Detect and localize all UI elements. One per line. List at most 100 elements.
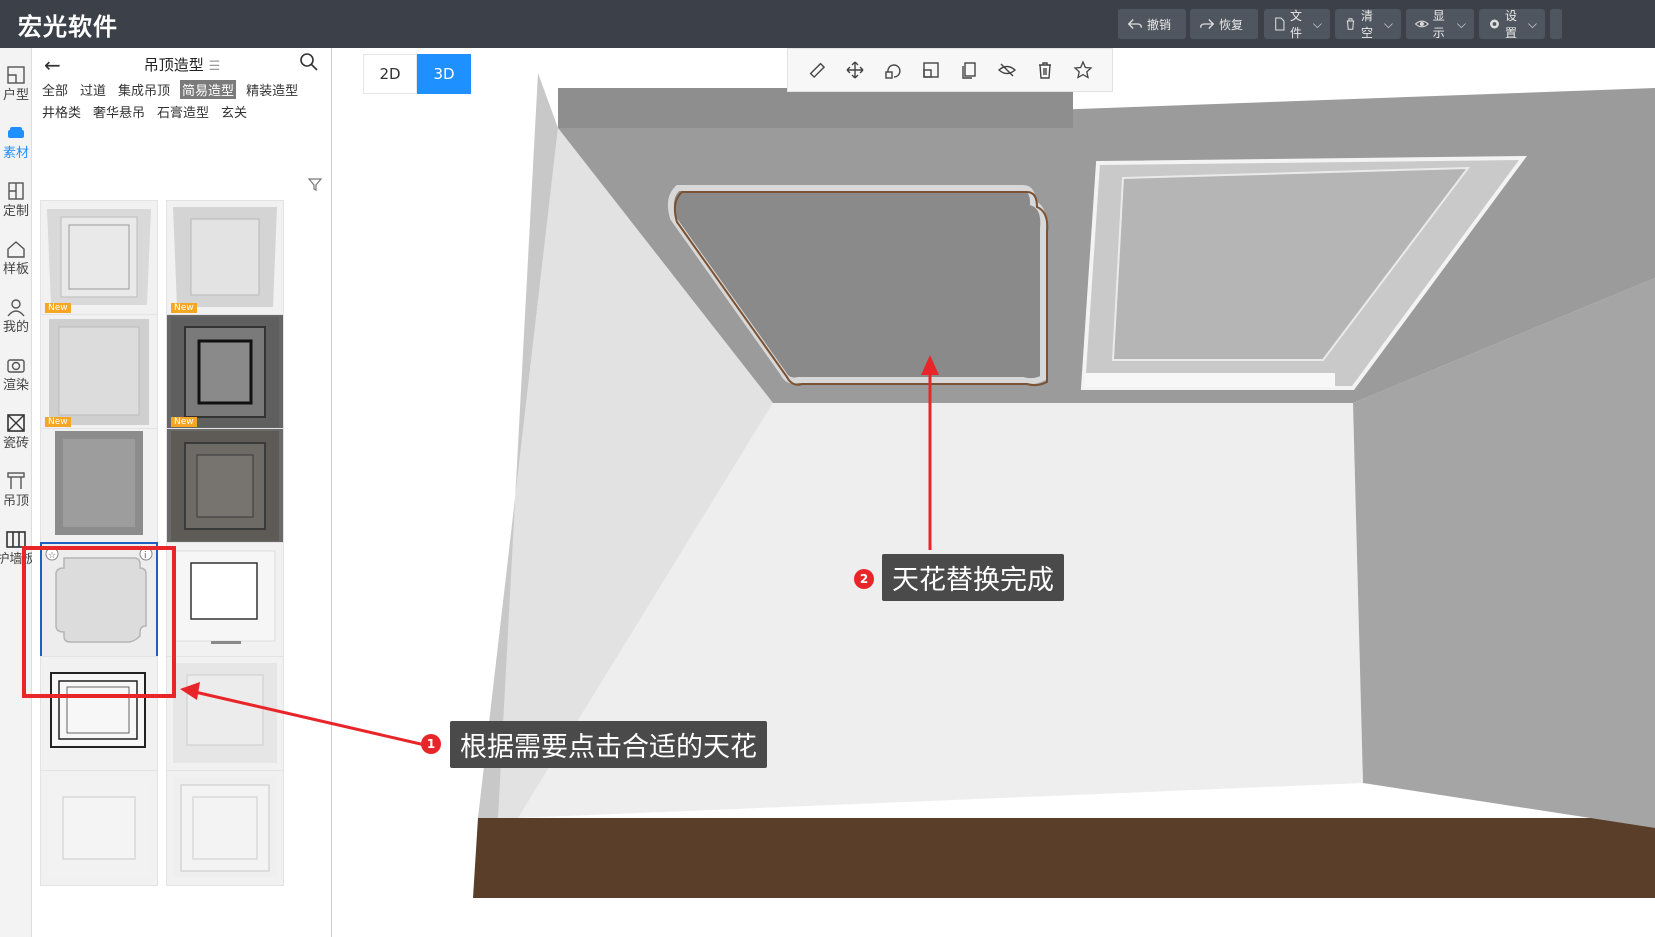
rail-item-tile[interactable]: 瓷砖 — [0, 412, 32, 468]
display-menu-button[interactable]: 显示 ⌵ — [1406, 9, 1474, 40]
clear-label: 清空 — [1360, 9, 1373, 40]
more-button[interactable] — [1550, 9, 1562, 39]
3d-viewport[interactable]: 2D 3D — [333, 48, 1655, 937]
scale-icon[interactable] — [921, 60, 941, 80]
step-2-callout: 天花替换完成 — [882, 554, 1064, 601]
ceiling-preview-image — [171, 317, 279, 427]
search-icon[interactable] — [299, 52, 319, 72]
tile-icon — [7, 414, 25, 432]
material-panel: ← 吊顶造型 ☰ 全部 过道 集成吊顶 简易造型 精装造型 井格类 奢华悬吊 石… — [32, 48, 332, 937]
ceiling-preview-image — [171, 431, 279, 541]
rail-item-template[interactable]: 样板 — [0, 238, 32, 294]
ceiling-preview-image — [47, 209, 151, 305]
favorite-star-icon[interactable] — [1073, 60, 1093, 80]
rail-label: 样板 — [2, 262, 29, 277]
ceiling-thumbnail[interactable] — [166, 542, 284, 658]
list-icon: ☰ — [208, 59, 221, 74]
ceiling-thumbnail[interactable]: New — [166, 314, 284, 430]
undo-button[interactable]: 撤销 — [1118, 9, 1186, 39]
new-badge: New — [45, 303, 71, 313]
chevron-down-icon: ⌵ — [1527, 16, 1537, 31]
file-label: 文件 — [1289, 9, 1302, 40]
rail-item-material[interactable]: 素材 — [0, 122, 32, 178]
filter-icon[interactable] — [307, 176, 323, 192]
display-label: 显示 — [1432, 9, 1445, 40]
redo-icon — [1200, 19, 1215, 29]
mode-3d-button[interactable]: 3D — [417, 54, 471, 94]
chevron-down-icon: ⌵ — [1456, 16, 1466, 31]
selection-highlight-box — [22, 546, 176, 698]
eye-icon — [1414, 20, 1430, 28]
top-bar: 宏光软件 撤销 恢复 文件 ⌵ 清空 ⌵ 显示 ⌵ 设置 ⌵ — [0, 0, 1655, 48]
undo-icon — [1127, 19, 1142, 29]
ceiling-thumbnail[interactable]: New — [166, 200, 284, 316]
ceiling-thumbnail[interactable] — [40, 770, 158, 886]
category-tab[interactable]: 全部 — [40, 80, 70, 99]
camera-icon — [7, 359, 25, 373]
ceiling-thumbnail[interactable] — [40, 428, 158, 544]
ceiling-preview-image — [173, 207, 277, 307]
ceiling-thumbnail[interactable] — [166, 770, 284, 886]
category-row-1: 全部 过道 集成吊顶 简易造型 精装造型 — [40, 80, 300, 99]
step-1-badge: 1 — [421, 734, 441, 754]
category-tab[interactable]: 精装造型 — [244, 80, 300, 99]
category-tab[interactable]: 石膏造型 — [155, 102, 211, 121]
gear-icon — [1489, 19, 1499, 29]
room-3d-render — [473, 73, 1655, 898]
ceiling-thumbnail[interactable] — [166, 656, 284, 772]
hide-eye-icon[interactable] — [997, 60, 1017, 80]
file-icon — [1275, 17, 1285, 31]
sofa-icon — [8, 127, 24, 138]
ceiling-preview-image — [174, 550, 276, 644]
chevron-down-icon: ⌵ — [1383, 16, 1393, 31]
object-tools-toolbar — [787, 48, 1113, 92]
category-row-2: 井格类 奢华悬吊 石膏造型 玄关 — [40, 102, 249, 121]
category-tab[interactable]: 集成吊顶 — [116, 80, 172, 99]
rail-item-custom[interactable]: 定制 — [0, 180, 32, 236]
clear-menu-button[interactable]: 清空 ⌵ — [1335, 9, 1401, 40]
step-2-badge: 2 — [854, 569, 874, 589]
ruler-icon[interactable] — [807, 60, 827, 80]
panel-title: 吊顶造型 ☰ — [32, 54, 332, 75]
ceiling-thumbnail[interactable]: New — [40, 314, 158, 430]
left-rail: 户型 素材 定制 样板 我的 渲染 瓷砖 吊顶 护墙板 — [0, 48, 36, 937]
ceiling-thumbnail[interactable] — [166, 428, 284, 544]
rail-label: 我的 — [2, 320, 29, 335]
category-tab[interactable]: 过道 — [78, 80, 108, 99]
ceiling-preview-image — [47, 777, 151, 877]
category-tab[interactable]: 奢华悬吊 — [91, 102, 147, 121]
ceiling-preview-image — [55, 431, 143, 535]
settings-label: 设置 — [1504, 9, 1517, 40]
copy-icon[interactable] — [959, 60, 979, 80]
rotate-icon[interactable] — [883, 60, 903, 80]
rail-item-mine[interactable]: 我的 — [0, 296, 32, 352]
rail-item-render[interactable]: 渲染 — [0, 354, 32, 410]
redo-button[interactable]: 恢复 — [1190, 9, 1258, 39]
category-tab[interactable]: 玄关 — [219, 102, 249, 121]
rail-item-ceiling[interactable]: 吊顶 — [0, 470, 32, 526]
ceiling-thumbnail[interactable]: New — [40, 200, 158, 316]
cabinet-icon — [8, 182, 24, 200]
user-icon — [7, 299, 25, 317]
redo-label: 恢复 — [1219, 17, 1244, 32]
trash-icon — [1346, 18, 1355, 30]
new-badge: New — [45, 417, 71, 427]
rail-label: 素材 — [2, 146, 29, 161]
category-tab-selected[interactable]: 简易造型 — [180, 80, 237, 99]
category-tab[interactable]: 井格类 — [40, 102, 83, 121]
ceiling-preview-image — [173, 663, 277, 763]
ceiling-preview-image — [49, 319, 149, 425]
file-menu-button[interactable]: 文件 ⌵ — [1264, 9, 1330, 40]
panel-title-text: 吊顶造型 — [143, 56, 204, 74]
rail-label: 定制 — [2, 204, 29, 219]
chevron-down-icon: ⌵ — [1312, 16, 1322, 31]
delete-icon[interactable] — [1035, 60, 1055, 80]
new-badge: New — [171, 303, 197, 313]
move-icon[interactable] — [845, 60, 865, 80]
house-icon — [7, 241, 25, 258]
rail-item-floorplan[interactable]: 户型 — [0, 64, 32, 120]
app-title: 宏光软件 — [18, 13, 118, 41]
settings-menu-button[interactable]: 设置 ⌵ — [1479, 9, 1545, 40]
rail-label: 渲染 — [2, 378, 29, 393]
mode-2d-button[interactable]: 2D — [363, 54, 417, 94]
